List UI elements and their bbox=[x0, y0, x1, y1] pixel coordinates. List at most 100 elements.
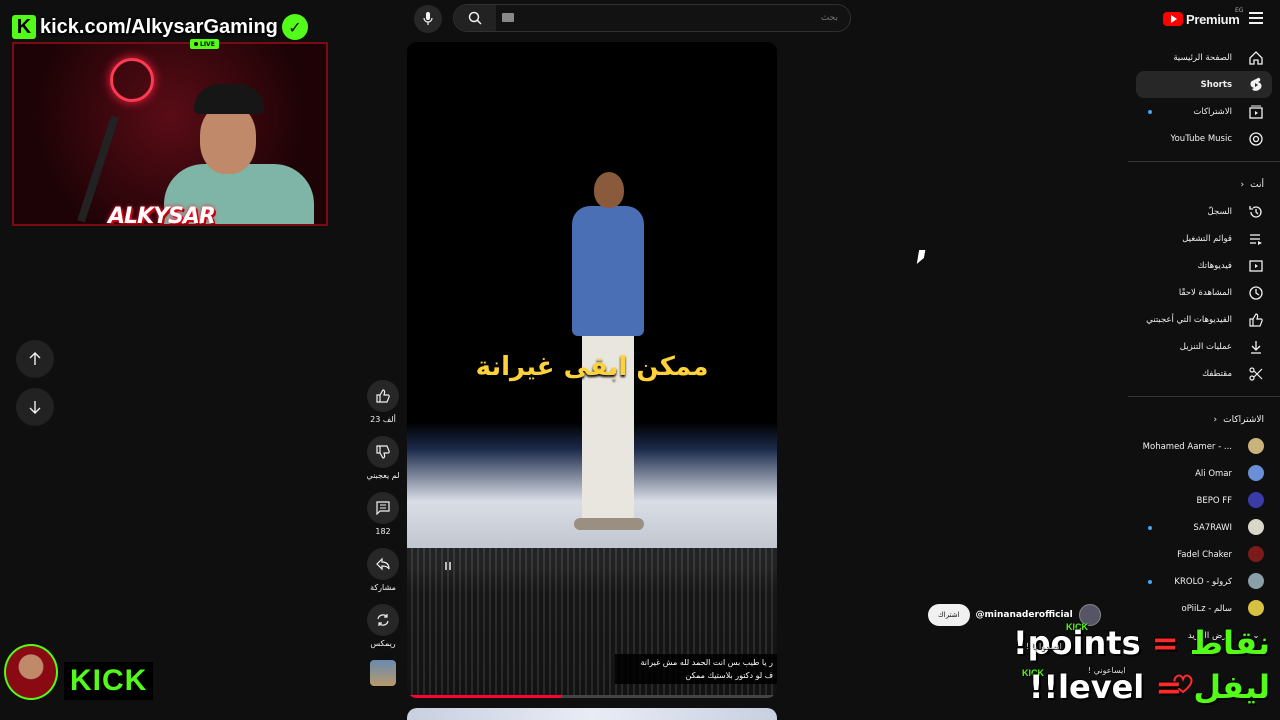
logo-region: EG bbox=[1235, 7, 1244, 14]
you-section-title[interactable]: › أنت bbox=[1128, 171, 1280, 198]
channel-avatar bbox=[1248, 492, 1264, 508]
youtube-premium-logo[interactable]: Premium EG bbox=[1163, 7, 1244, 28]
sidebar-item-label: Shorts bbox=[1200, 79, 1232, 90]
channel-avatar bbox=[1248, 519, 1264, 535]
subscribe-button[interactable]: اشتراك bbox=[928, 604, 970, 626]
you-title-label: أنت bbox=[1250, 179, 1264, 190]
menu-icon[interactable] bbox=[1249, 12, 1263, 24]
previous-short-button[interactable] bbox=[16, 340, 54, 378]
subscription-bepo-ff[interactable]: BEPO FF bbox=[1128, 487, 1280, 514]
clips-icon bbox=[1248, 366, 1264, 382]
remix-button[interactable] bbox=[367, 604, 399, 636]
like-button[interactable] bbox=[367, 380, 399, 412]
chevron-left-icon: › bbox=[1213, 414, 1218, 425]
sound-action bbox=[365, 660, 401, 686]
subscription-mohamed-aamer[interactable]: Mohamed Aamer - ... bbox=[1128, 433, 1280, 460]
streamer-avatar bbox=[4, 644, 58, 700]
arrow-up-icon bbox=[29, 352, 41, 365]
sidebar-item-[interactable]: الاشتراكات bbox=[1128, 98, 1280, 125]
subscription-sa7rawi[interactable]: SA7RAWI bbox=[1128, 514, 1280, 541]
next-short-preview[interactable] bbox=[407, 708, 777, 720]
download-icon bbox=[1248, 339, 1264, 355]
neon-sign bbox=[110, 58, 154, 102]
streamer-webcam: ALKYSAR bbox=[12, 42, 328, 226]
sidebar-item-[interactable]: فيديوهاتك bbox=[1128, 252, 1280, 279]
remix-label: ريمكس bbox=[370, 639, 396, 648]
sidebar-item-label: SA7RAWI bbox=[1193, 522, 1232, 533]
thumbs-down-icon bbox=[376, 445, 390, 459]
dislike-button[interactable] bbox=[367, 436, 399, 468]
subscriptions-title-label: الاشتراكات bbox=[1223, 414, 1264, 425]
dislike-action: لم يعجبني bbox=[365, 436, 401, 480]
sidebar-item-[interactable]: الفيديوهات التي أعجبتني bbox=[1128, 306, 1280, 333]
voice-search-button[interactable] bbox=[414, 5, 442, 33]
subtitle-line: ف لو دكتور بلاستيك ممكن bbox=[685, 671, 773, 680]
sidebar-item-label: قوائم التشغيل bbox=[1182, 233, 1232, 244]
verified-check-icon: ✓ bbox=[281, 14, 308, 40]
channel-avatar bbox=[1248, 573, 1264, 589]
bang-mark: ! bbox=[1028, 668, 1044, 706]
playlists-icon bbox=[1248, 231, 1264, 247]
mouse-cursor bbox=[916, 250, 926, 264]
home-icon bbox=[1248, 50, 1264, 66]
share-action: مشاركة bbox=[365, 548, 401, 592]
short-video-player[interactable]: ممكن ابقى غيرانة ر يا طيب بس انت الحمد ل… bbox=[407, 42, 777, 698]
video-caption: ممكن ابقى غيرانة bbox=[475, 352, 709, 382]
sidebar-item-[interactable]: قوائم التشغيل bbox=[1128, 225, 1280, 252]
search-button[interactable] bbox=[454, 5, 496, 31]
like-count: 23 ألف bbox=[370, 415, 396, 424]
sidebar-item-label: BEPO FF bbox=[1196, 495, 1233, 506]
sidebar-divider bbox=[1128, 161, 1280, 162]
sidebar-divider bbox=[1128, 396, 1280, 397]
sidebar-item-label: Fadel Chaker bbox=[1177, 549, 1232, 560]
subscriptions-icon bbox=[1248, 104, 1264, 120]
subscription-ali-omar[interactable]: Ali Omar bbox=[1128, 460, 1280, 487]
watch-later-icon bbox=[1248, 285, 1264, 301]
share-button[interactable] bbox=[367, 548, 399, 580]
thumbs-up-icon bbox=[376, 389, 390, 403]
bang-mark: ! bbox=[1043, 668, 1059, 706]
comments-button[interactable] bbox=[367, 492, 399, 524]
sidebar-item-[interactable]: السجلّ bbox=[1128, 198, 1280, 225]
new-content-dot bbox=[1148, 526, 1152, 530]
sidebar-item-label: الصفحة الرئيسية bbox=[1173, 52, 1232, 63]
sidebar-item-label: Ali Omar bbox=[1195, 468, 1232, 479]
your-videos-icon bbox=[1248, 258, 1264, 274]
search-input[interactable] bbox=[500, 5, 848, 31]
sidebar-item-label: الاشتراكات bbox=[1193, 106, 1232, 117]
sidebar-item-shorts[interactable]: Shorts bbox=[1136, 71, 1272, 98]
new-content-dot bbox=[1148, 580, 1152, 584]
equals-sign: = bbox=[1155, 668, 1183, 706]
subscription-krolo[interactable]: KROLO - كرولو bbox=[1128, 568, 1280, 595]
video-progress-fill bbox=[407, 695, 563, 698]
channel-avatar bbox=[1248, 465, 1264, 481]
sidebar-item-[interactable]: الصفحة الرئيسية bbox=[1128, 44, 1280, 71]
new-content-dot bbox=[1148, 110, 1152, 114]
channel-avatar bbox=[1248, 438, 1264, 454]
short-actions: 23 ألف لم يعجبني 182 مشاركة ريمكس bbox=[365, 380, 401, 698]
sidebar-item-[interactable]: عمليات التنزيل bbox=[1128, 333, 1280, 360]
live-badge: LIVE bbox=[190, 39, 219, 49]
video-subtitles: ر يا طيب بس انت الحمد لله مش غيرانة ف لو… bbox=[615, 654, 777, 684]
channel-handle[interactable]: @minanaderofficial bbox=[976, 610, 1073, 620]
sidebar-item-label: السجلّ bbox=[1207, 206, 1232, 217]
points-level-overlay: KICK !points = نقاط انصحوا يا ! ايساعوني… bbox=[990, 622, 1280, 718]
subscription-fadel-chaker[interactable]: Fadel Chaker bbox=[1128, 541, 1280, 568]
sidebar-item-[interactable]: مقتطفك bbox=[1128, 360, 1280, 387]
points-ar: نقاط bbox=[1189, 624, 1270, 662]
sidebar-item-[interactable]: المشاهدة لاحقًا bbox=[1128, 279, 1280, 306]
video-progress-bar[interactable] bbox=[407, 695, 777, 698]
remix-action: ريمكس bbox=[365, 604, 401, 648]
subscription-opiilz[interactable]: oPiiLz - سالم bbox=[1128, 595, 1280, 622]
kick-k-icon: K bbox=[12, 15, 36, 39]
subscriptions-section-title[interactable]: › الاشتراكات bbox=[1128, 406, 1280, 433]
share-label: مشاركة bbox=[370, 583, 396, 592]
sidebar-item-youtube-music[interactable]: YouTube Music bbox=[1128, 125, 1280, 152]
microphone-icon bbox=[423, 12, 433, 25]
next-short-button[interactable] bbox=[16, 388, 54, 426]
sidebar-item-label: مقتطفك bbox=[1202, 368, 1232, 379]
subtitle-line: ر يا طيب بس انت الحمد لله مش غيرانة bbox=[640, 658, 774, 667]
youtube-play-icon bbox=[1163, 12, 1183, 26]
sound-thumbnail[interactable] bbox=[370, 660, 396, 686]
level-line: !!level = ليفل bbox=[1029, 668, 1270, 706]
